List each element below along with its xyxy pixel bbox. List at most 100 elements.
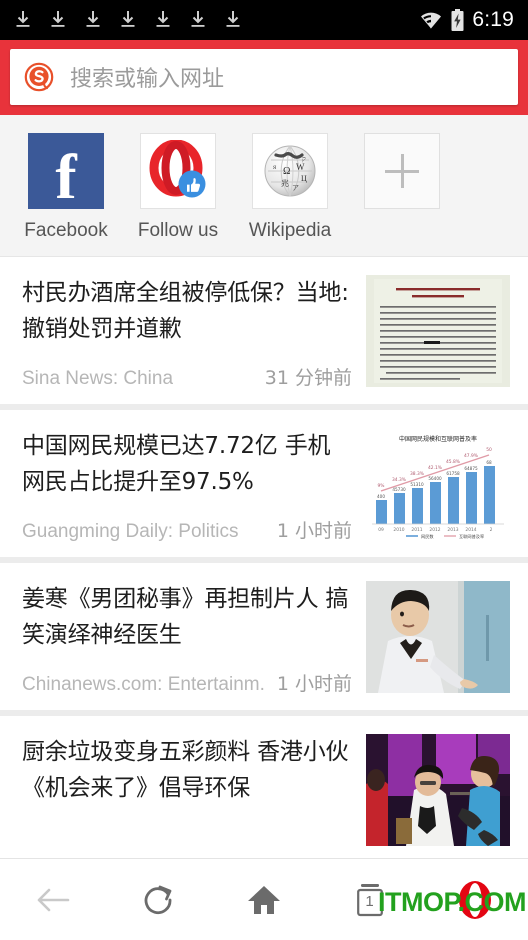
svg-text:42.1%: 42.1% [428, 465, 442, 471]
news-meta [22, 830, 352, 846]
svg-text:2012: 2012 [429, 527, 440, 533]
news-meta: Sina News: China 31 分钟前 [22, 347, 352, 390]
svg-text:W: W [296, 162, 305, 172]
svg-text:ק: ק [302, 155, 306, 163]
download-icon [86, 11, 100, 27]
news-title: 厨余垃圾变身五彩颜料 香港小伙《机会来了》倡导环保 [22, 739, 349, 801]
svg-text:兆: 兆 [281, 178, 289, 188]
sogou-logo-icon [24, 62, 54, 92]
svg-text:网民数: 网民数 [421, 533, 434, 540]
news-text-block: 中国网民规模已达7.72亿 手机网民占比提升至97.5% Guangming D… [22, 428, 366, 543]
back-button[interactable] [10, 870, 96, 930]
svg-text:34.3%: 34.3% [392, 477, 406, 483]
back-arrow-icon [37, 888, 70, 911]
news-thumbnail [366, 734, 510, 846]
svg-text:2013: 2013 [447, 527, 458, 533]
speed-dial-label: Follow us [137, 220, 219, 241]
download-icon [191, 11, 205, 27]
bar-chart-thumbnail: 中国网民规模和互联网普及率 9% 34.3% 38.3% 42.1% 45.8% 47.… [366, 428, 510, 540]
news-card[interactable]: 厨余垃圾变身五彩颜料 香港小伙《机会来了》倡导环保 [0, 716, 528, 860]
svg-text:2014: 2014 [465, 527, 476, 533]
speed-dial-item-facebook[interactable]: f Facebook [15, 133, 117, 242]
news-card[interactable]: 村民办酒席全组被停低保？当地:撤销处罚并道歉 Sina News: China … [0, 257, 528, 404]
news-time: 1 小时前 [276, 520, 352, 542]
svg-text:400: 400 [377, 494, 385, 499]
svg-text:47.9%: 47.9% [464, 453, 478, 459]
speed-dial-item-wikipedia[interactable]: Ω W Ц я 兆 ק ア Wikipedia [239, 133, 341, 242]
svg-text:56400: 56400 [428, 476, 442, 481]
news-text-block: 姜寒《男团秘事》再担制片人 搞笑演绎神经医生 Chinanews.com: En… [22, 581, 366, 696]
speed-dial-item-follow-us[interactable]: Follow us [127, 133, 229, 242]
svg-text:2: 2 [490, 527, 493, 533]
svg-text:38.3%: 38.3% [410, 471, 424, 477]
svg-text:09: 09 [378, 527, 384, 533]
download-icon [16, 11, 30, 27]
news-source: Chinanews.com: Entertainm. [22, 674, 265, 695]
tabs-button[interactable]: 1 [327, 870, 413, 930]
reload-button[interactable] [115, 870, 201, 930]
news-text-block: 厨余垃圾变身五彩颜料 香港小伙《机会来了》倡导环保 [22, 734, 366, 846]
battery-charging-icon [451, 9, 464, 31]
document-notice-thumbnail [366, 275, 510, 387]
facebook-f-glyph: f [55, 141, 77, 209]
opera-menu-button[interactable] [432, 870, 518, 930]
man-labcoat-photo-thumbnail [366, 581, 510, 693]
download-icon [51, 11, 65, 27]
news-card[interactable]: 中国网民规模已达7.72亿 手机网民占比提升至97.5% Guangming D… [0, 410, 528, 557]
svg-text:2011: 2011 [411, 527, 422, 533]
news-source: Guangming Daily: Politics [22, 521, 239, 542]
svg-text:ア: ア [292, 184, 299, 192]
tab-count: 1 [365, 892, 374, 910]
news-thumbnail: 中国网民规模和互联网普及率 9% 34.3% 38.3% 42.1% 45.8% 47.… [366, 428, 510, 540]
home-icon [247, 885, 280, 914]
opera-thumbsup-icon [140, 133, 216, 209]
download-icons-group [14, 10, 419, 30]
svg-text:64875: 64875 [464, 466, 478, 471]
browser-app: 6:19 搜索或输入网址 f Facebook Follow us Ω W Ц … [0, 0, 528, 940]
svg-text:45730: 45730 [392, 487, 406, 492]
news-source: Sina News: China [22, 368, 174, 389]
svg-text:51310: 51310 [410, 482, 424, 487]
opera-o-icon [459, 880, 492, 919]
news-thumbnail [366, 581, 510, 693]
tv-studio-photo-thumbnail [366, 734, 510, 846]
omnibar-container: 搜索或输入网址 [0, 40, 528, 115]
download-icon [121, 11, 135, 27]
news-title: 姜寒《男团秘事》再担制片人 搞笑演绎神经医生 [22, 586, 349, 648]
search-placeholder: 搜索或输入网址 [70, 67, 225, 92]
status-bar: 6:19 [0, 0, 528, 40]
reload-icon [145, 885, 172, 914]
news-title: 村民办酒席全组被停低保？当地:撤销处罚并道歉 [22, 280, 349, 342]
news-feed: 村民办酒席全组被停低保？当地:撤销处罚并道歉 Sina News: China … [0, 257, 528, 860]
svg-text:61758: 61758 [446, 471, 460, 476]
svg-text:50: 50 [486, 447, 492, 453]
news-thumbnail [366, 275, 510, 387]
news-title: 中国网民规模已达7.72亿 手机网民占比提升至97.5% [22, 433, 331, 495]
news-time: 1 小时前 [276, 673, 352, 695]
home-button[interactable] [221, 870, 307, 930]
download-icon [226, 11, 240, 27]
speed-dial-add-button[interactable] [351, 133, 453, 209]
news-card[interactable]: 姜寒《男团秘事》再担制片人 搞笑演绎神经医生 Chinanews.com: En… [0, 563, 528, 710]
speed-dial-label: Wikipedia [248, 220, 332, 241]
svg-text:Ц: Ц [301, 174, 307, 183]
speed-dial-label: Facebook [24, 220, 108, 241]
wikipedia-icon: Ω W Ц я 兆 ק ア [252, 133, 328, 209]
search-input[interactable]: 搜索或输入网址 [10, 49, 518, 105]
svg-text:中国网民规模和互联网普及率: 中国网民规模和互联网普及率 [399, 435, 477, 443]
svg-text:45.8%: 45.8% [446, 459, 460, 465]
bottom-navigation-bar: 1 ITMOP.COM [0, 858, 528, 940]
news-meta: Chinanews.com: Entertainm. 1 小时前 [22, 653, 352, 696]
svg-text:互联网普及率: 互联网普及率 [459, 533, 484, 540]
plus-icon [364, 133, 440, 209]
news-text-block: 村民办酒席全组被停低保？当地:撤销处罚并道歉 Sina News: China … [22, 275, 366, 390]
svg-text:68: 68 [486, 460, 492, 465]
news-time: 31 分钟前 [264, 367, 352, 389]
facebook-icon: f [28, 133, 104, 209]
wifi-icon [421, 12, 442, 29]
svg-text:9%: 9% [378, 483, 385, 489]
status-clock: 6:19 [472, 8, 514, 31]
speed-dial: f Facebook Follow us Ω W Ц я 兆 ק ア Wikip… [0, 115, 528, 257]
svg-text:Ω: Ω [283, 166, 290, 177]
status-right-group: 6:19 [419, 8, 514, 32]
